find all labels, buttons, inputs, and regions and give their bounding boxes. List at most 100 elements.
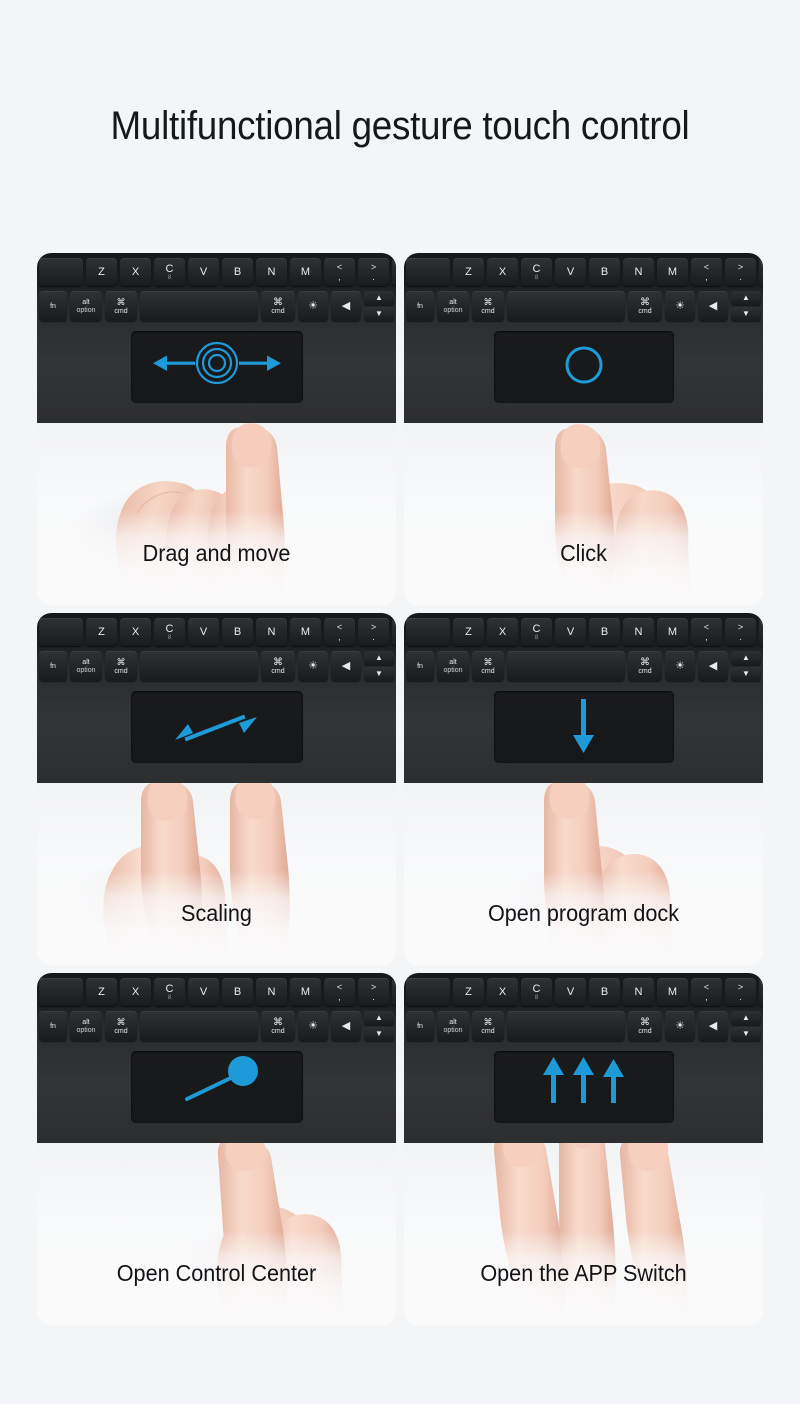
key-z[interactable]: Z [86,258,117,286]
key-slash[interactable]: ?/ [759,978,763,1006]
key-command-right[interactable]: ⌘ cmd [261,1011,295,1041]
key-c[interactable]: C8 [521,618,552,646]
key-brightness[interactable]: ☀ [665,1011,695,1041]
key-b[interactable]: B [589,978,620,1006]
trackpad[interactable] [131,1051,303,1123]
key-shift[interactable] [406,978,450,1006]
key-v[interactable]: V [555,618,586,646]
key-slash[interactable]: ?/ [392,978,396,1006]
gesture-panel-open-control-center[interactable]: Z X C8 V B N M <, >. ?/ fn altoption ⌘cm… [37,973,396,1325]
key-m[interactable]: M [290,258,321,286]
key-c[interactable]: C8 [154,978,185,1006]
key-slash[interactable]: ?/ [392,258,396,286]
key-period[interactable]: >. [358,258,389,286]
key-x[interactable]: X [120,258,151,286]
key-left-arrow[interactable]: ◀ [698,291,728,321]
key-m[interactable]: M [290,978,321,1006]
key-alt-option[interactable]: alt option [70,651,102,681]
key-fn[interactable]: fn [406,291,434,321]
key-brightness[interactable]: ☀ [298,651,328,681]
key-command-right[interactable]: ⌘ cmd [261,651,295,681]
key-n[interactable]: N [623,618,654,646]
key-c[interactable]: C8 [154,258,185,286]
trackpad[interactable] [494,1051,674,1123]
gesture-panel-drag-and-move[interactable]: Z X C8 V B N M <, >. ?/ fn altoption ⌘cm… [37,253,396,605]
key-b[interactable]: B [222,618,253,646]
key-brightness[interactable]: ☀ [298,1011,328,1041]
key-v[interactable]: V [188,978,219,1006]
key-period[interactable]: >. [358,978,389,1006]
key-alt-option[interactable]: alt option [70,1011,102,1041]
key-command-right[interactable]: ⌘ cmd [628,651,662,681]
key-slash[interactable]: ?/ [759,258,763,286]
key-alt-option[interactable]: alt option [70,291,102,321]
key-b[interactable]: B [589,618,620,646]
key-v[interactable]: V [188,618,219,646]
key-shift[interactable] [39,258,83,286]
key-period[interactable]: >. [725,618,756,646]
key-left-arrow[interactable]: ◀ [698,1011,728,1041]
key-slash[interactable]: ?/ [392,618,396,646]
key-fn[interactable]: fn [39,291,67,321]
key-z[interactable]: Z [453,258,484,286]
key-m[interactable]: M [657,258,688,286]
key-fn[interactable]: fn [406,1011,434,1041]
key-brightness[interactable]: ☀ [298,291,328,321]
key-z[interactable]: Z [453,978,484,1006]
key-command-left[interactable]: ⌘ cmd [472,291,504,321]
key-x[interactable]: X [120,618,151,646]
key-x[interactable]: X [487,978,518,1006]
key-space[interactable] [507,291,625,321]
key-shift[interactable] [406,258,450,286]
key-command-right[interactable]: ⌘ cmd [628,1011,662,1041]
key-period[interactable]: >. [725,978,756,1006]
key-fn[interactable]: fn [39,1011,67,1041]
key-b[interactable]: B [589,258,620,286]
key-z[interactable]: Z [86,618,117,646]
key-c[interactable]: C8 [521,978,552,1006]
key-n[interactable]: N [623,258,654,286]
key-left-arrow[interactable]: ◀ [698,651,728,681]
gesture-panel-open-the-app-switch[interactable]: Z X C8 V B N M <, >. ?/ fn altoption ⌘cm… [404,973,763,1325]
key-comma[interactable]: <, [324,258,355,286]
key-space[interactable] [507,1011,625,1041]
key-c[interactable]: C8 [521,258,552,286]
key-n[interactable]: N [623,978,654,1006]
key-b[interactable]: B [222,258,253,286]
key-updown-arrow[interactable]: ▲ ▼ [731,651,761,681]
key-left-arrow[interactable]: ◀ [331,651,361,681]
trackpad[interactable] [494,331,674,403]
key-command-right[interactable]: ⌘ cmd [261,291,295,321]
key-comma[interactable]: <, [324,618,355,646]
key-left-arrow[interactable]: ◀ [331,291,361,321]
key-command-left[interactable]: ⌘ cmd [472,651,504,681]
key-updown-arrow[interactable]: ▲ ▼ [364,1011,394,1041]
key-updown-arrow[interactable]: ▲ ▼ [364,651,394,681]
key-alt-option[interactable]: alt option [437,291,469,321]
key-x[interactable]: X [120,978,151,1006]
key-n[interactable]: N [256,258,287,286]
gesture-panel-open-program-dock[interactable]: Z X C8 V B N M <, >. ?/ fn altoption ⌘cm… [404,613,763,965]
key-space[interactable] [140,651,258,681]
key-fn[interactable]: fn [39,651,67,681]
key-command-left[interactable]: ⌘ cmd [105,291,137,321]
key-period[interactable]: >. [725,258,756,286]
key-x[interactable]: X [487,258,518,286]
key-brightness[interactable]: ☀ [665,651,695,681]
key-m[interactable]: M [657,978,688,1006]
key-space[interactable] [140,1011,258,1041]
key-brightness[interactable]: ☀ [665,291,695,321]
key-comma[interactable]: <, [691,258,722,286]
key-alt-option[interactable]: alt option [437,1011,469,1041]
key-n[interactable]: N [256,978,287,1006]
key-shift[interactable] [39,618,83,646]
key-space[interactable] [140,291,258,321]
key-updown-arrow[interactable]: ▲ ▼ [731,291,761,321]
key-b[interactable]: B [222,978,253,1006]
key-n[interactable]: N [256,618,287,646]
key-alt-option[interactable]: alt option [437,651,469,681]
key-left-arrow[interactable]: ◀ [331,1011,361,1041]
trackpad[interactable] [131,691,303,763]
key-command-left[interactable]: ⌘ cmd [472,1011,504,1041]
key-m[interactable]: M [290,618,321,646]
